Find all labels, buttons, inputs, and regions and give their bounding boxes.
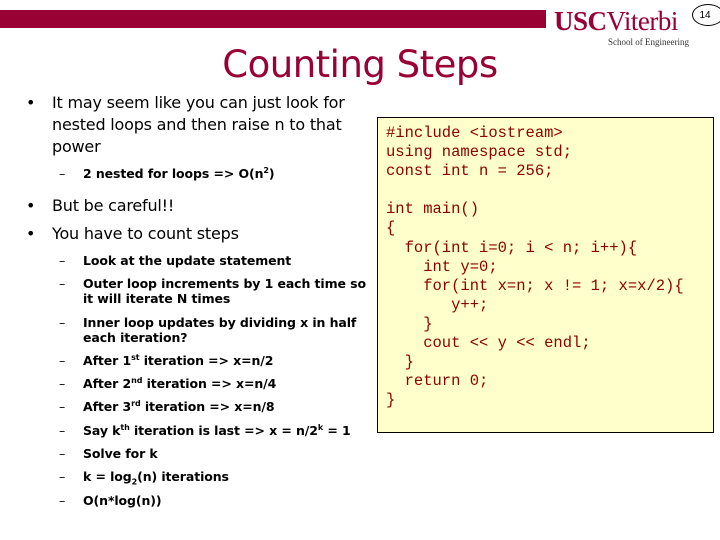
code-line: }	[386, 353, 414, 372]
page-number: 14	[692, 4, 720, 26]
code-line: }	[386, 391, 396, 410]
sub-bullet-item: – Outer loop increments by 1 each time so…	[26, 276, 371, 306]
sub-bullet-text: After 2	[83, 376, 132, 392]
bullet-list: • It may seem like you can just look for …	[26, 92, 371, 516]
dash-mark: –	[59, 352, 66, 368]
bullet-item: • But be careful!!	[26, 195, 371, 217]
sub-bullet-text: Say k	[83, 422, 121, 438]
bullet-mark: •	[26, 224, 36, 243]
sub-bullet-text: iteration is last => x = n/2	[129, 422, 318, 438]
sub-bullet-text: Look at the update statement	[83, 253, 292, 268]
bullet-text: But be careful!!	[52, 196, 175, 215]
code-line: for(int i=0; i < n; i++){	[386, 238, 638, 257]
bullet-text: You have to count steps	[52, 224, 239, 243]
code-listing: #include <iostream> using namespace std; c…	[386, 124, 684, 410]
code-line: for(int x=n; x != 1; x=x/2){	[386, 276, 684, 295]
sub-bullet-text: After 3	[83, 399, 132, 415]
sub-bullet-text: iteration => x=n/8	[140, 399, 275, 415]
sub-bullet-item: – k = log2(n) iterations	[26, 469, 371, 486]
sub-bullet-text: 2 nested for loops => O(n	[83, 166, 264, 181]
bullet-mark: •	[26, 93, 36, 112]
sub-bullet-text: O(n*log(n))	[83, 492, 162, 508]
dash-mark: –	[59, 422, 66, 438]
slide-title: Counting Steps	[0, 40, 720, 90]
page-number-text: 14	[699, 9, 711, 21]
header-bar	[0, 10, 546, 28]
bullet-item: • It may seem like you can just look for …	[26, 92, 371, 158]
dash-mark: –	[59, 469, 66, 485]
sub-bullet-item: – O(n*log(n))	[26, 493, 371, 508]
sub-bullet-text: Outer loop increments by 1 each time so …	[83, 276, 366, 307]
code-line: {	[386, 219, 396, 238]
sub-bullet-text: k = log	[83, 469, 132, 485]
sub-bullet-text: iteration => x=n/4	[142, 376, 277, 392]
code-line: #include <iostream>	[386, 124, 563, 142]
sub-bullet-item: – After 3rd iteration => x=n/8	[26, 399, 371, 414]
code-block: #include <iostream> using namespace std; c…	[377, 117, 714, 433]
bullet-item: • You have to count steps	[26, 223, 371, 245]
superscript: rd	[131, 399, 141, 409]
bullet-text: It may seem like you can just look for n…	[52, 93, 345, 156]
code-line: const int n = 256;	[386, 162, 554, 181]
sub-bullet-item: – Solve for k	[26, 446, 371, 461]
dash-mark: –	[59, 446, 66, 462]
dash-mark: –	[59, 276, 66, 292]
sub-bullet-item: – Look at the update statement	[26, 253, 371, 268]
logo-usc: USC	[554, 6, 607, 36]
sub-bullet-item: – After 2nd iteration => x=n/4	[26, 376, 371, 391]
code-line: cout << y << endl;	[386, 334, 591, 353]
code-line: y++;	[386, 295, 489, 314]
sub-bullet-text: After 1	[83, 352, 132, 368]
code-line: return 0;	[386, 372, 489, 391]
sub-bullet-item: – Say kth iteration is last => x = n/2k =…	[26, 423, 371, 438]
sub-bullet-text: Solve for k	[83, 446, 158, 462]
dash-mark: –	[59, 492, 66, 508]
code-line: }	[386, 314, 433, 333]
sub-bullet-text: = 1	[323, 422, 351, 438]
dash-mark: –	[59, 166, 66, 181]
code-line: int y=0;	[386, 257, 498, 276]
dash-mark: –	[59, 253, 66, 268]
bullet-mark: •	[26, 196, 36, 215]
slide-title-text: Counting Steps	[222, 43, 498, 86]
logo-viterbi: Viterbi	[606, 6, 679, 36]
superscript: nd	[131, 376, 143, 386]
sub-bullet-item: – After 1st iteration => x=n/2	[26, 353, 371, 368]
logo-wordmark: USCViterbi	[554, 6, 678, 36]
superscript: th	[120, 422, 130, 432]
sub-bullet-text: iteration => x=n/2	[139, 352, 274, 368]
code-line: int main()	[386, 200, 480, 219]
sub-bullet-item: –2 nested for loops => O(n2)	[26, 166, 371, 181]
sub-bullet-text: (n) iterations	[137, 469, 229, 485]
sub-bullet-item: – Inner loop updates by dividing x in hal…	[26, 315, 371, 345]
dash-mark: –	[59, 314, 66, 330]
sub-bullet-text: Inner loop updates by dividing x in half…	[83, 314, 357, 345]
code-line: using namespace std;	[386, 143, 573, 162]
dash-mark: –	[59, 376, 66, 392]
sub-bullet-text: )	[268, 166, 275, 181]
dash-mark: –	[59, 399, 66, 415]
